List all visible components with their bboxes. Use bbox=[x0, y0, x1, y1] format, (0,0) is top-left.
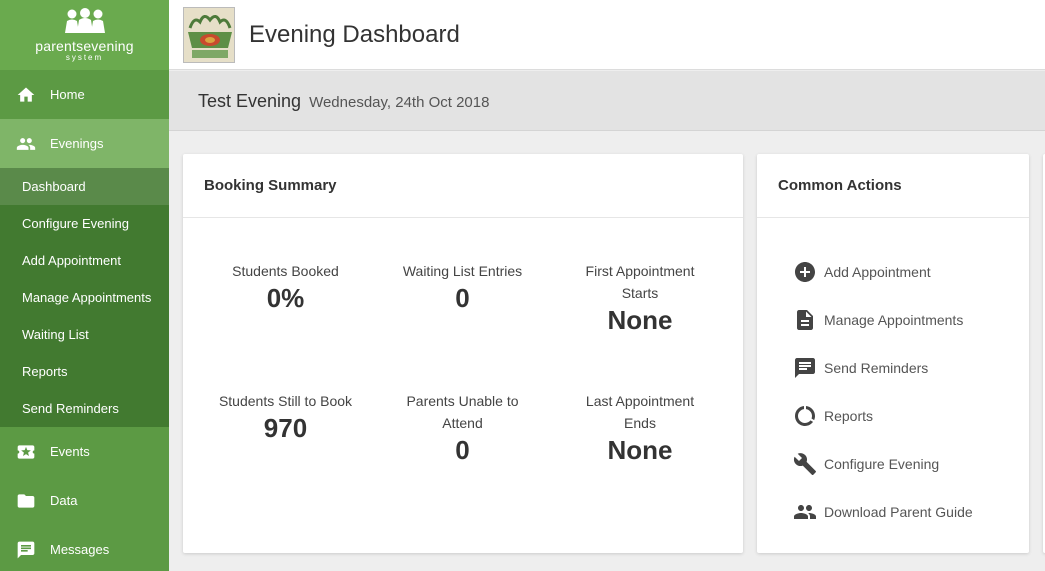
message-icon bbox=[793, 356, 817, 380]
evening-name: Test Evening bbox=[198, 91, 302, 111]
common-actions-card: Common Actions Add Appointment Manage Ap… bbox=[757, 154, 1029, 553]
brand-subtitle: system bbox=[65, 53, 104, 62]
action-download-parent-guide[interactable]: Download Parent Guide bbox=[757, 488, 1029, 536]
action-label: Download Parent Guide bbox=[824, 504, 973, 520]
action-label: Reports bbox=[824, 408, 874, 424]
ticket-star-icon bbox=[16, 442, 36, 462]
message-icon bbox=[16, 540, 36, 560]
action-list: Add Appointment Manage Appointments Send… bbox=[757, 218, 1029, 536]
subnav-waiting-list[interactable]: Waiting List bbox=[0, 316, 169, 353]
home-icon bbox=[16, 85, 36, 105]
stat-value: 970 bbox=[263, 413, 308, 443]
brand-logo[interactable]: parentsevening system bbox=[0, 0, 169, 70]
nav-evenings-label: Evenings bbox=[50, 136, 104, 151]
add-circle-icon bbox=[793, 260, 817, 284]
nav-events[interactable]: Events bbox=[0, 427, 169, 476]
action-manage-appointments[interactable]: Manage Appointments bbox=[757, 296, 1029, 344]
evening-header: Test Evening Wednesday, 24th Oct 2018 bbox=[169, 71, 1045, 131]
stat-value: 0 bbox=[455, 283, 470, 313]
stat-label: First Appointment Starts bbox=[585, 263, 695, 301]
stat-value: None bbox=[607, 305, 673, 335]
subnav-manage-appointments[interactable]: Manage Appointments bbox=[0, 279, 169, 316]
booking-summary-card: Booking Summary Students Booked 0% Waiti… bbox=[183, 154, 743, 553]
nav-messages-label: Messages bbox=[50, 542, 110, 557]
stat-waiting-list-entries: Waiting List Entries 0 bbox=[374, 260, 551, 314]
common-actions-title: Common Actions bbox=[757, 154, 1029, 218]
action-label: Manage Appointments bbox=[824, 312, 964, 328]
nav-data-label: Data bbox=[50, 493, 78, 508]
nav-events-label: Events bbox=[50, 444, 90, 459]
stat-parents-unable: Parents Unable to Attend 0 bbox=[374, 390, 551, 466]
nav-data[interactable]: Data bbox=[0, 476, 169, 525]
subnav-reports[interactable]: Reports bbox=[0, 353, 169, 390]
action-label: Send Reminders bbox=[824, 360, 929, 376]
subnav-dashboard[interactable]: Dashboard bbox=[0, 168, 169, 205]
stat-label: Waiting List Entries bbox=[402, 263, 523, 279]
school-logo bbox=[183, 6, 235, 63]
nav-evenings[interactable]: Evenings bbox=[0, 119, 169, 168]
action-configure-evening[interactable]: Configure Evening bbox=[757, 440, 1029, 488]
school-crest-icon bbox=[184, 7, 234, 62]
action-label: Add Appointment bbox=[824, 264, 931, 280]
stat-students-still-to-book: Students Still to Book 970 bbox=[197, 390, 374, 444]
people-icon bbox=[793, 500, 817, 524]
subnav-add-appointment[interactable]: Add Appointment bbox=[0, 242, 169, 279]
donut-chart-icon bbox=[793, 404, 817, 428]
stat-label: Parents Unable to Attend bbox=[406, 393, 519, 431]
evenings-subnav: Dashboard Configure Evening Add Appointm… bbox=[0, 168, 169, 427]
stat-value: 0 bbox=[455, 435, 470, 465]
wrench-icon bbox=[793, 452, 817, 476]
people-icon bbox=[16, 134, 36, 154]
subnav-send-reminders[interactable]: Send Reminders bbox=[0, 390, 169, 427]
stat-label: Last Appointment Ends bbox=[585, 393, 695, 431]
stat-label: Students Still to Book bbox=[218, 393, 353, 409]
booking-summary-title: Booking Summary bbox=[183, 154, 743, 218]
stat-value: 0% bbox=[266, 283, 305, 313]
action-add-appointment[interactable]: Add Appointment bbox=[757, 248, 1029, 296]
stat-value: None bbox=[607, 435, 673, 465]
nav-home-label: Home bbox=[50, 87, 85, 102]
nav-messages[interactable]: Messages bbox=[0, 525, 169, 571]
action-label: Configure Evening bbox=[824, 456, 940, 472]
stat-last-appointment: Last Appointment Ends None bbox=[551, 390, 729, 466]
brand-name: parentsevening bbox=[35, 38, 134, 54]
stat-first-appointment: First Appointment Starts None bbox=[551, 260, 729, 336]
sidebar: parentsevening system Home Evenings Dash… bbox=[0, 0, 169, 571]
family-logo-icon bbox=[64, 8, 105, 33]
subnav-configure-evening[interactable]: Configure Evening bbox=[0, 205, 169, 242]
top-bar: Evening Dashboard bbox=[169, 0, 1045, 70]
stat-label: Students Booked bbox=[232, 263, 339, 279]
document-icon bbox=[793, 308, 817, 332]
booking-stats: Students Booked 0% Waiting List Entries … bbox=[183, 218, 743, 552]
stat-students-booked: Students Booked 0% bbox=[197, 260, 374, 314]
nav-home[interactable]: Home bbox=[0, 70, 169, 119]
evening-date: Wednesday, 24th Oct 2018 bbox=[309, 94, 490, 111]
action-send-reminders[interactable]: Send Reminders bbox=[757, 344, 1029, 392]
page-title: Evening Dashboard bbox=[249, 20, 460, 48]
action-reports[interactable]: Reports bbox=[757, 392, 1029, 440]
folder-icon bbox=[16, 491, 36, 511]
